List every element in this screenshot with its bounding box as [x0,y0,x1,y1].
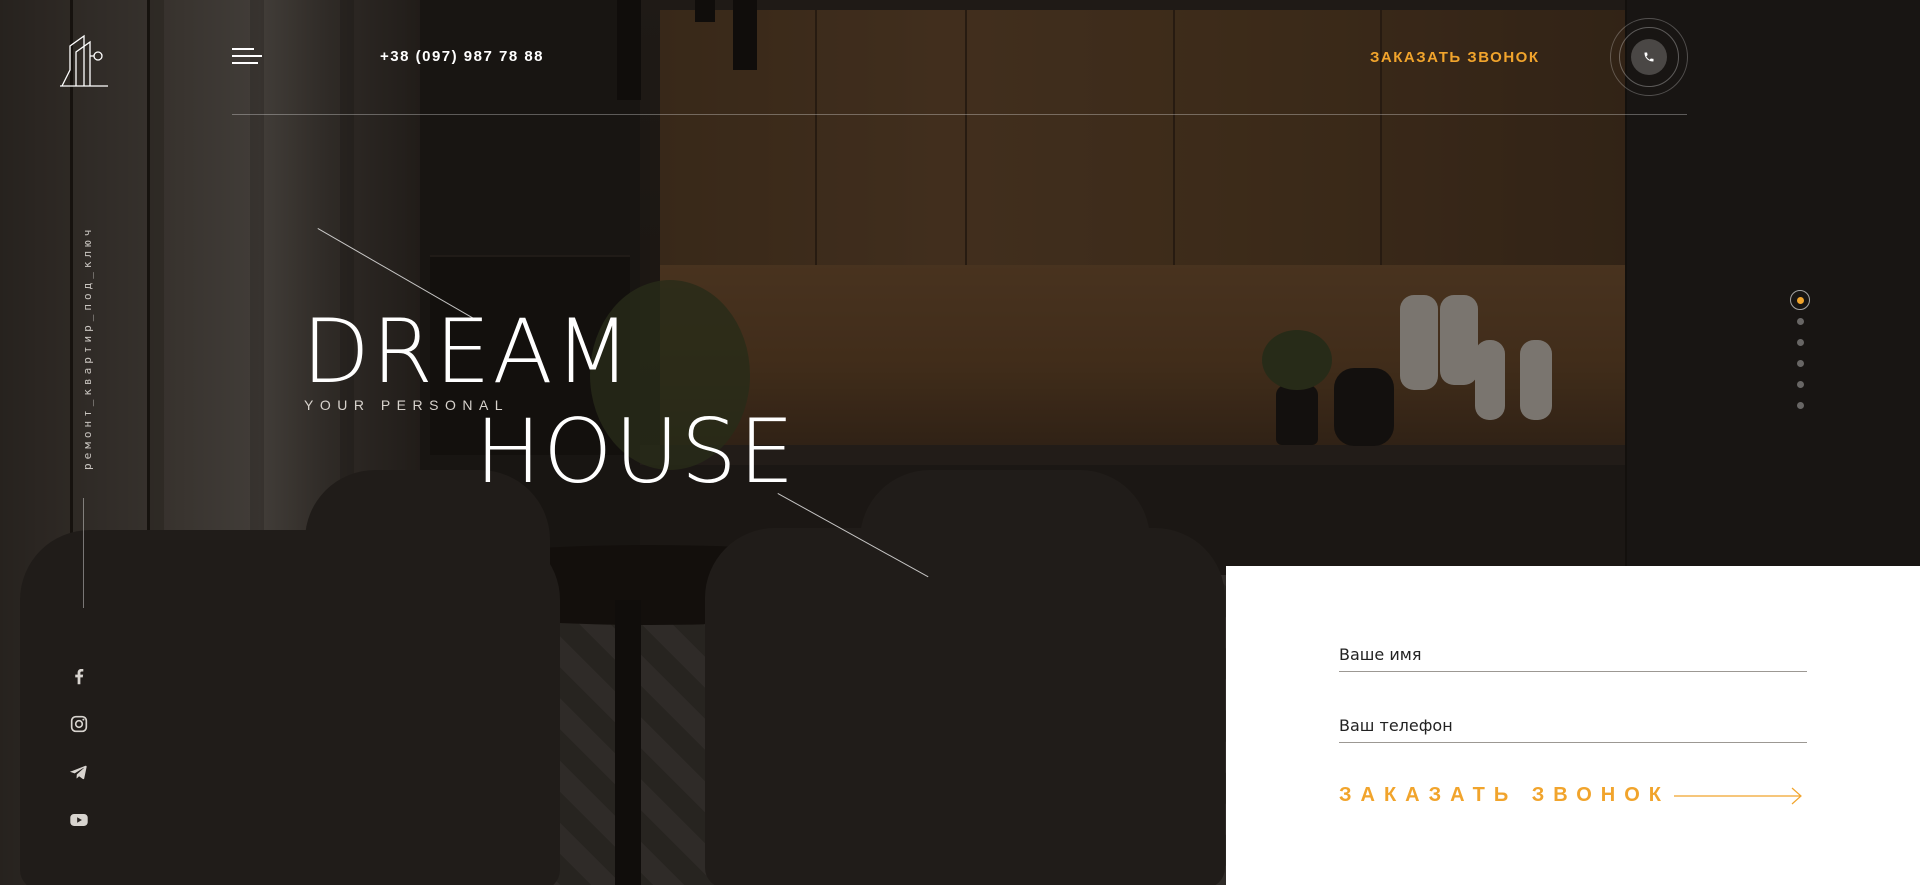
building-logo-icon [60,34,108,87]
slider-pagination [1790,290,1810,423]
phone-icon [1644,52,1654,62]
name-field-wrapper [1339,638,1807,672]
slider-dot-1[interactable] [1790,290,1810,310]
submit-callback-label: ЗАКАЗАТЬ ЗВОНОК [1339,784,1670,806]
name-input[interactable] [1339,638,1807,671]
phone-field-wrapper [1339,709,1807,743]
submit-callback-button[interactable]: ЗАКАЗАТЬ ЗВОНОК [1339,784,1804,807]
social-links [68,665,98,857]
request-call-link[interactable]: ЗАКАЗАТЬ ЗВОНОК [1370,49,1540,66]
youtube-icon[interactable] [68,809,94,831]
call-button[interactable] [1610,18,1688,96]
hero-title-house: HOUSE [475,400,797,503]
slider-dot-6[interactable] [1796,402,1804,409]
slider-dot-2[interactable] [1796,318,1804,325]
header-divider [232,114,1687,115]
slider-dot-4[interactable] [1796,360,1804,367]
vertical-tagline: ремонт_квартир_под_ключ [77,120,97,470]
header-phone-number[interactable]: +38 (097) 987 78 88 [380,48,544,65]
hamburger-menu-icon[interactable] [232,48,262,70]
arrow-right-icon [1674,787,1802,804]
slider-dot-5[interactable] [1796,381,1804,388]
instagram-icon[interactable] [68,713,94,735]
callback-form: ЗАКАЗАТЬ ЗВОНОК [1226,566,1920,885]
phone-input[interactable] [1339,709,1807,742]
hero-title-dream: DREAM [302,300,633,403]
vertical-tagline-text: ремонт_квартир_под_ключ [81,225,94,470]
sidebar-divider [83,498,84,608]
slider-dot-3[interactable] [1796,339,1804,346]
logo[interactable] [58,30,110,90]
telegram-icon[interactable] [68,761,94,783]
facebook-icon[interactable] [68,665,94,687]
